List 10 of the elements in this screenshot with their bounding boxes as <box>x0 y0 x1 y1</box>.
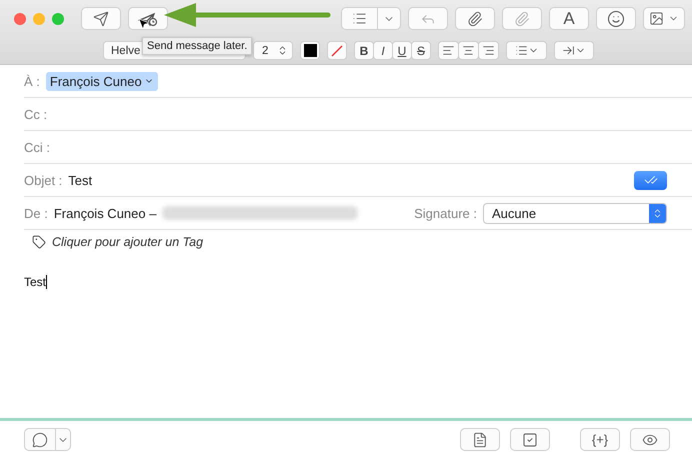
field-label: Cc : <box>24 106 48 122</box>
field-label: Objet : <box>24 172 62 188</box>
field-label: Cci : <box>24 140 50 154</box>
field-label: Signature : <box>414 206 477 220</box>
message-body: Test <box>24 275 48 289</box>
sender-value: François Cuneo – <box>54 206 156 220</box>
subject-value: Test <box>68 172 92 188</box>
field-label: De : <box>24 206 48 220</box>
tooltip: Send message later. <box>142 37 252 55</box>
field-label: À : <box>24 74 40 88</box>
